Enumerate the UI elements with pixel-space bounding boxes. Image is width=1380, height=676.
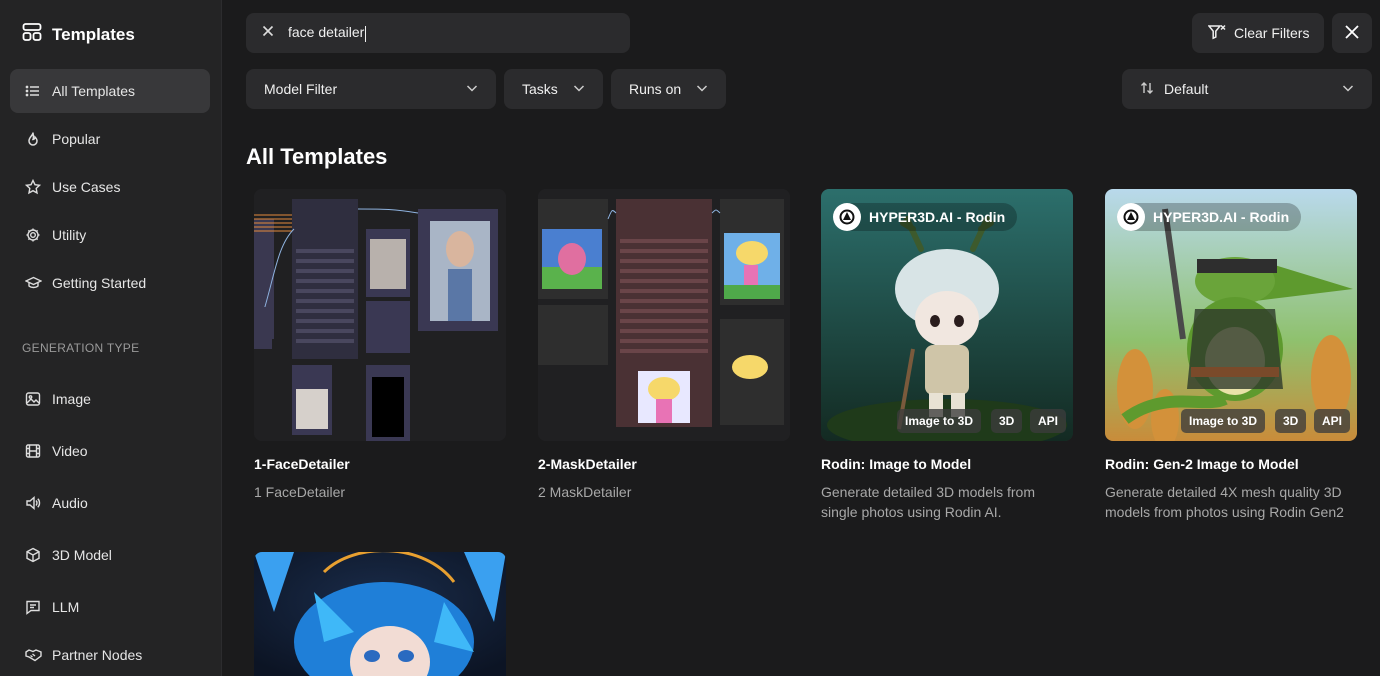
sort-label: Default <box>1164 81 1209 97</box>
chevron-down-icon <box>1342 81 1354 97</box>
workflow-graph-image <box>538 189 790 441</box>
close-button[interactable] <box>1332 13 1372 53</box>
template-description: 2 MaskDetailer <box>538 484 632 500</box>
template-thumbnail[interactable]: HYPER3D.AI - Rodin Image to 3D 3D API <box>1105 189 1357 441</box>
speaker-icon <box>24 494 42 512</box>
clear-search-icon[interactable] <box>262 24 274 42</box>
template-description: Generate detailed 4X mesh quality 3D mod… <box>1105 484 1344 520</box>
tag: 3D <box>1275 409 1307 433</box>
tag: API <box>1314 409 1351 433</box>
template-title: 2-MaskDetailer <box>538 456 637 472</box>
sidebar-item-3d-model[interactable]: 3D Model <box>10 533 210 577</box>
template-description: Generate detailed 3D models from single … <box>821 484 1035 520</box>
sidebar-item-video[interactable]: Video <box>10 429 210 473</box>
sidebar-item-label: Getting Started <box>52 275 147 291</box>
brand-badge: HYPER3D.AI - Rodin <box>833 203 1018 231</box>
model-filter-dropdown[interactable]: Model Filter <box>246 69 496 109</box>
brand-badge-label: HYPER3D.AI - Rodin <box>869 209 1006 225</box>
section-label-generation-type: GENERATION TYPE <box>22 341 140 355</box>
sidebar-item-getting-started[interactable]: Getting Started <box>10 261 210 305</box>
chat-icon <box>24 598 42 616</box>
tag: Image to 3D <box>897 409 982 433</box>
star-icon <box>24 178 42 196</box>
template-thumbnail[interactable] <box>538 189 790 441</box>
template-card-anime[interactable] <box>254 552 506 676</box>
clear-filters-button[interactable]: Clear Filters <box>1192 13 1324 53</box>
filter-clear-icon <box>1207 24 1226 43</box>
template-thumbnail[interactable]: HYPER3D.AI - Rodin Image to 3D 3D API <box>821 189 1073 441</box>
hyper3d-logo-icon <box>1117 203 1145 231</box>
close-icon <box>1345 24 1359 42</box>
sidebar-item-label: LLM <box>52 599 80 615</box>
flame-icon <box>24 130 42 148</box>
sidebar-item-all-templates[interactable]: All Templates <box>10 69 210 113</box>
sidebar-item-label: Audio <box>52 495 88 511</box>
tag: 3D <box>991 409 1023 433</box>
chevron-down-icon <box>573 81 585 97</box>
template-card-rodin-gen2[interactable]: HYPER3D.AI - Rodin Image to 3D 3D API Ro… <box>1105 189 1357 522</box>
search-input[interactable]: face detailer <box>246 13 630 53</box>
sidebar-item-label: 3D Model <box>52 547 112 563</box>
image-icon <box>24 390 42 408</box>
brand: Templates <box>22 22 135 47</box>
brand-badge: HYPER3D.AI - Rodin <box>1117 203 1302 231</box>
sidebar-item-label: All Templates <box>52 83 136 99</box>
sort-icon <box>1140 81 1154 98</box>
template-description: 1 FaceDetailer <box>254 484 346 500</box>
template-card-maskdetailer[interactable]: 2-MaskDetailer 2 MaskDetailer <box>538 189 790 502</box>
templates-icon <box>22 22 42 47</box>
workflow-graph-image <box>254 189 506 441</box>
template-card-facedetailer[interactable]: 1-FaceDetailer 1 FaceDetailer <box>254 189 506 502</box>
brand-badge-label: HYPER3D.AI - Rodin <box>1153 209 1290 225</box>
anime-character-image <box>254 552 506 676</box>
sidebar-item-image[interactable]: Image <box>10 377 210 421</box>
tasks-label: Tasks <box>522 81 558 97</box>
handshake-icon <box>24 646 42 664</box>
page-title: All Templates <box>246 144 388 169</box>
film-icon <box>24 442 42 460</box>
sidebar-item-utility[interactable]: Utility <box>10 213 210 257</box>
template-title: Rodin: Gen-2 Image to Model <box>1105 456 1299 472</box>
sidebar-item-label: Partner Nodes <box>52 647 143 663</box>
sidebar-item-partner-nodes[interactable]: Partner Nodes <box>10 633 210 676</box>
template-card-rodin-image-to-model[interactable]: HYPER3D.AI - Rodin Image to 3D 3D API Ro… <box>821 189 1073 522</box>
sidebar-item-label: Video <box>52 443 88 459</box>
template-title: Rodin: Image to Model <box>821 456 972 472</box>
sort-value: Default <box>1140 81 1208 98</box>
clear-filters-label: Clear Filters <box>1234 25 1310 41</box>
template-thumbnail[interactable] <box>254 189 506 441</box>
tasks-dropdown[interactable]: Tasks <box>504 69 603 109</box>
sidebar-item-llm[interactable]: LLM <box>10 585 210 629</box>
template-thumbnail[interactable] <box>254 552 506 676</box>
sidebar-item-label: Utility <box>52 227 87 243</box>
cube-icon <box>24 546 42 564</box>
graduation-cap-icon <box>24 274 42 292</box>
chevron-down-icon <box>696 81 708 97</box>
template-title: 1-FaceDetailer <box>254 456 350 472</box>
brand-title: Templates <box>52 24 135 44</box>
chevron-down-icon <box>466 81 478 97</box>
sidebar-item-use-cases[interactable]: Use Cases <box>10 165 210 209</box>
sidebar-item-popular[interactable]: Popular <box>10 117 210 161</box>
model-filter-label: Model Filter <box>264 81 338 97</box>
sort-dropdown[interactable]: Default <box>1122 69 1372 109</box>
sidebar-item-label: Popular <box>52 131 101 147</box>
runs-on-label: Runs on <box>629 81 682 97</box>
sidebar: Templates All Templates Popular Use Case… <box>0 0 222 676</box>
search-value: face detailer <box>288 24 367 42</box>
hyper3d-logo-icon <box>833 203 861 231</box>
gear-icon <box>24 226 42 244</box>
tag: Image to 3D <box>1181 409 1266 433</box>
sidebar-item-audio[interactable]: Audio <box>10 481 210 525</box>
runs-on-dropdown[interactable]: Runs on <box>611 69 726 109</box>
list-icon <box>24 82 42 100</box>
tag: API <box>1030 409 1067 433</box>
sidebar-item-label: Image <box>52 391 91 407</box>
sidebar-item-label: Use Cases <box>52 179 121 195</box>
